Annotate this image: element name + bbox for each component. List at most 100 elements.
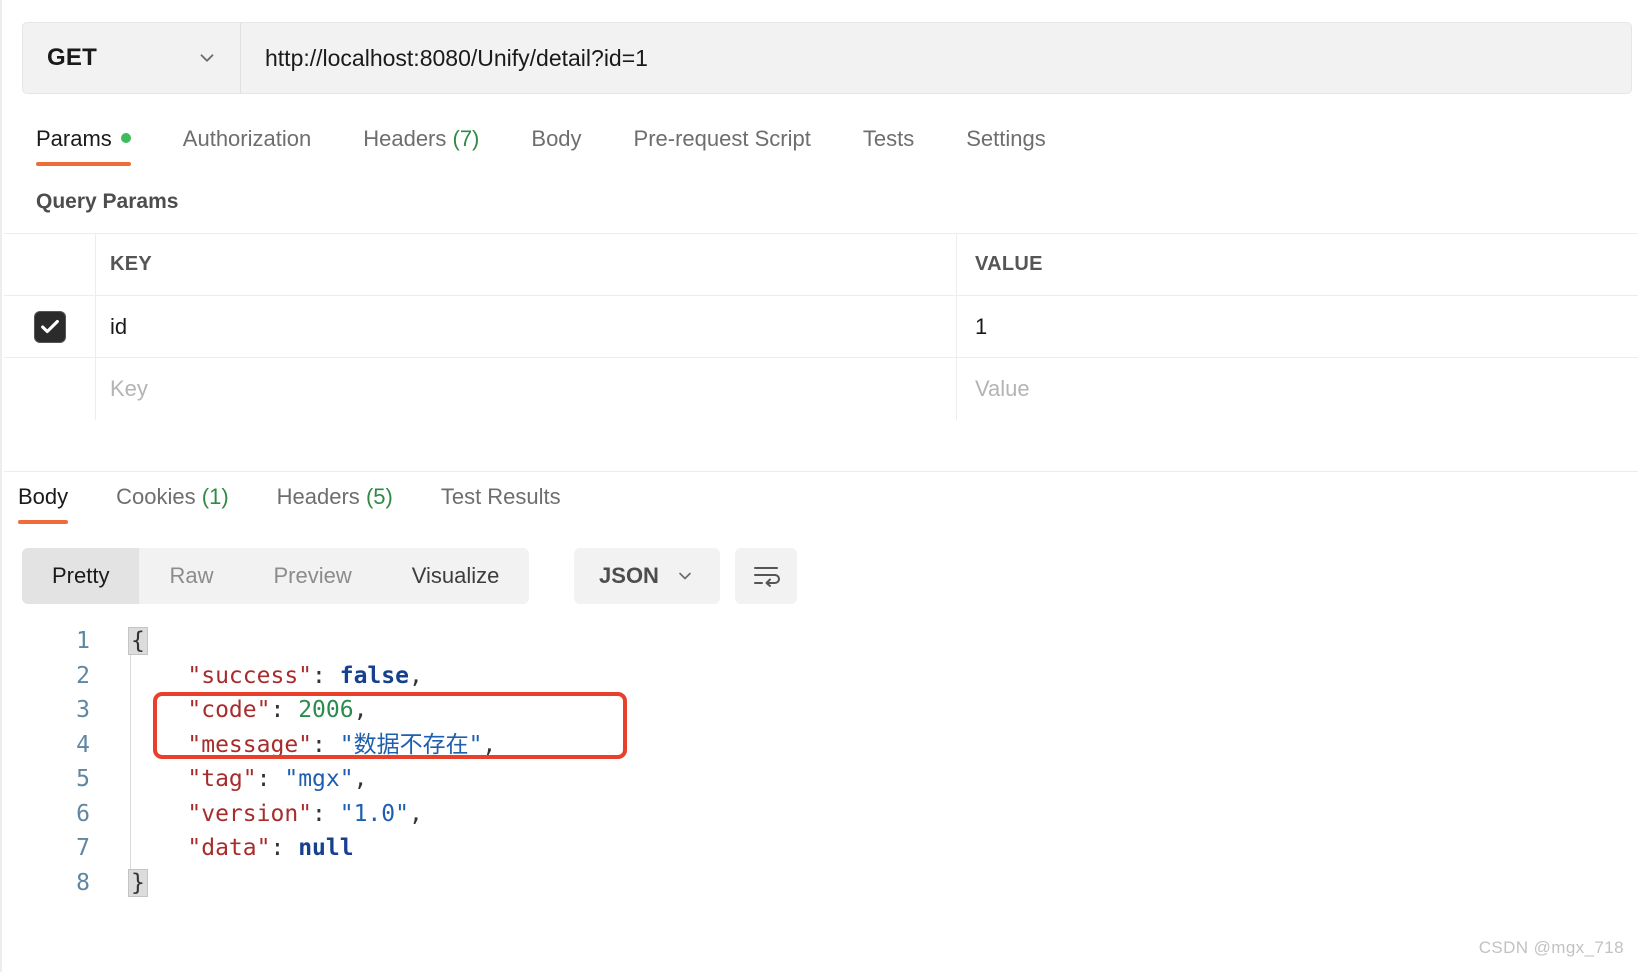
- header-key-label: KEY: [110, 253, 153, 275]
- response-tab-body[interactable]: Body: [18, 476, 92, 528]
- request-tabs: Params Authorization Headers (7) Body Pr…: [36, 118, 1072, 170]
- response-tab-body-label: Body: [18, 484, 69, 509]
- code-line-text: "version": "1.0",: [98, 797, 423, 832]
- line-number: 3: [76, 697, 90, 723]
- code-token: :: [312, 800, 340, 827]
- code-token: ,: [353, 766, 368, 792]
- request-tab-headers-count: (7): [452, 126, 480, 151]
- response-format-label: JSON: [599, 563, 659, 588]
- request-tab-body-label: Body: [531, 126, 582, 151]
- code-token: ,: [408, 662, 423, 689]
- line-number: 1: [76, 628, 90, 654]
- code-fold-marker[interactable]: {: [128, 627, 148, 655]
- code-token: ,: [408, 800, 423, 827]
- code-line-text: }: [98, 866, 148, 901]
- header-value-label: VALUE: [975, 253, 1043, 275]
- response-tab-test-results[interactable]: Test Results: [417, 476, 585, 528]
- url-input[interactable]: http://localhost:8080/Unify/detail?id=1: [241, 23, 1631, 93]
- request-tab-pre-request-script[interactable]: Pre-request Script: [608, 118, 837, 170]
- code-line: 7 "data": null: [2, 831, 1638, 866]
- code-token: "code": [187, 697, 271, 723]
- empty-row-checkbox-cell: [4, 358, 96, 420]
- request-tab-headers[interactable]: Headers (7): [337, 118, 505, 170]
- request-tab-tests[interactable]: Tests: [837, 118, 940, 170]
- response-tab-headers-count: (5): [365, 484, 393, 509]
- response-tab-headers-label: Headers: [276, 484, 360, 509]
- line-number: 4: [76, 731, 90, 758]
- code-token: "message": [187, 731, 313, 758]
- code-token: null: [298, 835, 354, 861]
- line-number: 7: [76, 835, 90, 861]
- code-token: "success": [187, 662, 313, 689]
- new-param-key-placeholder: Key: [110, 376, 148, 401]
- header-cell-checkbox: [4, 234, 96, 295]
- view-mode-raw[interactable]: Raw: [139, 548, 243, 604]
- response-tab-cookies[interactable]: Cookies (1): [92, 476, 253, 528]
- request-tab-headers-label: Headers: [363, 126, 447, 151]
- code-line: 3 "code": 2006,: [2, 693, 1638, 728]
- wrap-lines-button[interactable]: [735, 548, 797, 604]
- code-token: ,: [482, 731, 497, 758]
- view-mode-pretty[interactable]: Pretty: [22, 548, 140, 604]
- response-body-code[interactable]: 1{2 "success": false, 3 "code": 2006, 4 "m…: [2, 624, 1638, 924]
- request-tab-authorization-label: Authorization: [182, 126, 312, 151]
- row-checkbox-cell: [4, 296, 96, 357]
- http-method-label: GET: [47, 44, 97, 71]
- code-line: 8}: [2, 866, 1638, 901]
- code-token: false: [339, 662, 409, 689]
- code-line-text: "tag": "mgx",: [98, 762, 367, 797]
- request-tab-params-label: Params: [36, 126, 112, 151]
- header-cell-value: VALUE: [957, 234, 1638, 295]
- param-enabled-checkbox[interactable]: [33, 310, 66, 343]
- code-token: "mgx": [284, 766, 354, 792]
- code-token: :: [270, 697, 299, 723]
- code-fold-marker[interactable]: }: [128, 868, 148, 897]
- request-tab-settings[interactable]: Settings: [940, 118, 1072, 170]
- url-bar: GET http://localhost:8080/Unify/detail?i…: [22, 22, 1632, 94]
- code-line: 6 "version": "1.0",: [2, 797, 1638, 832]
- response-tab-headers[interactable]: Headers (5): [253, 476, 417, 528]
- new-param-value-placeholder: Value: [975, 376, 1030, 401]
- request-tab-tests-label: Tests: [862, 126, 915, 151]
- response-tab-test-results-label: Test Results: [440, 484, 561, 509]
- param-value-input[interactable]: 1: [957, 296, 1638, 357]
- new-param-key-input[interactable]: Key: [96, 358, 957, 420]
- request-tab-params[interactable]: Params: [36, 118, 157, 170]
- request-tab-body[interactable]: Body: [505, 118, 607, 170]
- watermark-text: CSDN @mgx_718: [1478, 938, 1624, 957]
- line-number: 5: [76, 766, 90, 792]
- response-tab-cookies-label: Cookies: [116, 484, 196, 509]
- code-line-text: "data": null: [98, 831, 354, 866]
- code-line-text: {: [98, 624, 148, 659]
- param-key-input[interactable]: id: [96, 296, 957, 357]
- code-line-text: "success": false,: [98, 659, 423, 694]
- code-token: :: [312, 731, 340, 758]
- chevron-down-icon: [679, 572, 691, 580]
- code-line: 1{: [2, 624, 1638, 659]
- code-line: 4 "message": "数据不存在",: [2, 728, 1638, 763]
- request-tab-authorization[interactable]: Authorization: [157, 118, 337, 170]
- postman-request-response-pane: GET http://localhost:8080/Unify/detail?i…: [0, 0, 1638, 972]
- table-row-empty: Key Value: [4, 358, 1638, 420]
- code-token: ,: [353, 697, 368, 723]
- param-value-value: 1: [975, 313, 988, 339]
- line-number: 6: [76, 800, 90, 827]
- view-mode-preview[interactable]: Preview: [243, 548, 381, 604]
- line-number: 2: [76, 662, 90, 689]
- unsaved-dot-icon: [120, 133, 131, 143]
- code-token: 2006: [298, 697, 354, 723]
- response-format-selector[interactable]: JSON: [574, 548, 720, 604]
- table-row: id 1: [4, 296, 1638, 358]
- response-tabs: Body Cookies (1) Headers (5) Test Result…: [18, 476, 585, 528]
- response-view-mode-group: Pretty Raw Preview Visualize: [22, 548, 530, 604]
- code-token: "数据不存在": [339, 731, 483, 758]
- query-params-table: KEY VALUE id 1 Key Value: [4, 233, 1638, 421]
- new-param-value-input[interactable]: Value: [957, 358, 1638, 420]
- http-method-selector[interactable]: GET: [23, 23, 241, 93]
- header-cell-key: KEY: [96, 234, 957, 295]
- view-mode-visualize[interactable]: Visualize: [382, 548, 530, 604]
